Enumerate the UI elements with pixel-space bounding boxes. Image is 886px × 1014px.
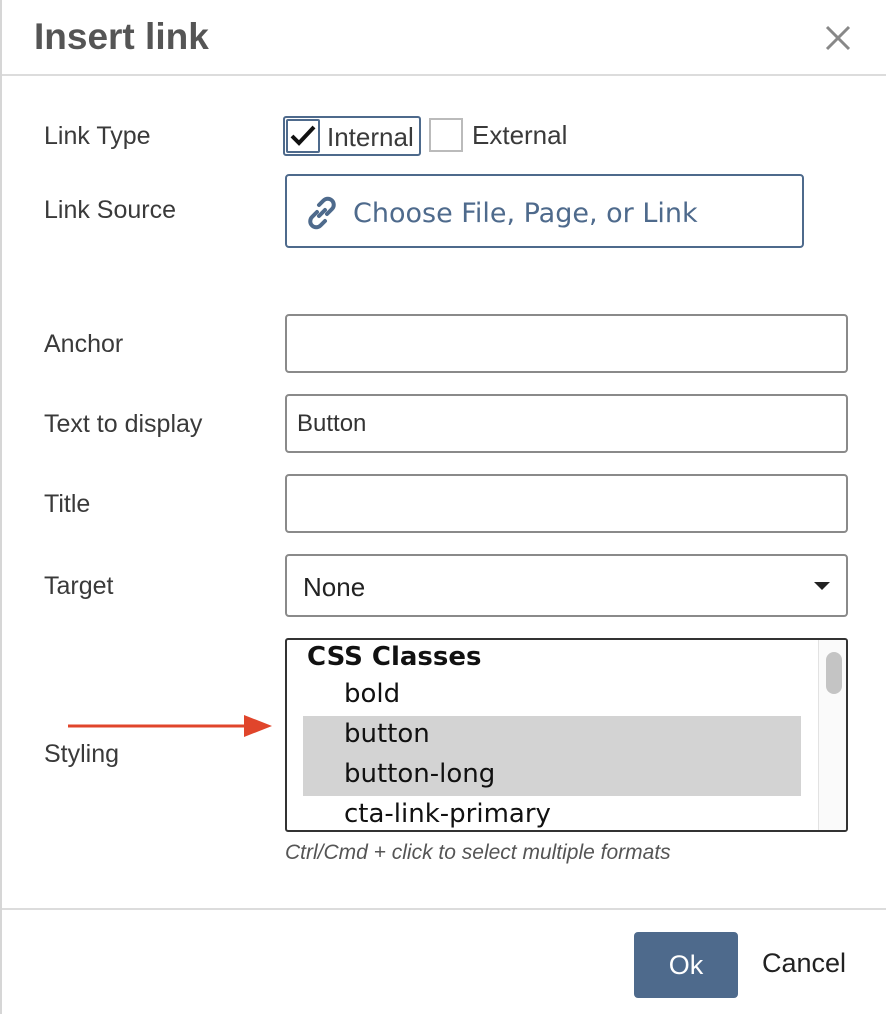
dialog-title: Insert link <box>34 16 209 57</box>
text-to-display-label: Text to display <box>44 410 203 438</box>
checkbox-checked <box>286 119 320 153</box>
annotation-arrow-icon <box>68 715 272 737</box>
dialog-header: Insert link <box>2 0 886 76</box>
cancel-button[interactable]: Cancel <box>762 948 846 979</box>
link-type-internal-label: Internal <box>327 122 414 152</box>
link-source-button-label: Choose File, Page, or Link <box>353 198 698 229</box>
listbox-group-label: CSS Classes <box>307 642 482 672</box>
close-button[interactable] <box>820 20 856 56</box>
scrollbar-thumb[interactable] <box>826 652 842 694</box>
option-label: button-long <box>344 759 496 789</box>
option-label: cta-link-primary <box>344 799 551 829</box>
ok-button[interactable]: Ok <box>634 932 738 998</box>
insert-link-dialog: Insert link Link Type Internal External … <box>0 0 886 1014</box>
target-label: Target <box>44 572 114 600</box>
option-label: button <box>344 719 430 749</box>
anchor-label: Anchor <box>44 330 124 358</box>
target-selected-value: None <box>303 572 366 602</box>
styling-option-bold[interactable]: bold <box>303 676 801 716</box>
option-label: bold <box>344 679 401 709</box>
choose-link-source-button[interactable]: Choose File, Page, or Link <box>285 174 804 248</box>
title-input[interactable] <box>285 474 848 533</box>
chevron-down-icon <box>814 582 830 590</box>
target-select[interactable]: None <box>285 554 848 617</box>
styling-label: Styling <box>44 740 120 768</box>
link-type-external-label: External <box>472 120 568 150</box>
listbox-scrollbar[interactable] <box>818 640 846 830</box>
text-to-display-input[interactable] <box>285 394 848 453</box>
styling-hint: Ctrl/Cmd + click to select multiple form… <box>285 841 671 864</box>
link-type-external-checkbox[interactable]: External <box>429 118 589 154</box>
link-type-internal-checkbox[interactable]: Internal <box>283 116 421 156</box>
checkbox-unchecked <box>429 118 463 152</box>
close-icon <box>825 25 851 51</box>
styling-option-button-long[interactable]: button-long <box>303 756 801 796</box>
link-type-label: Link Type <box>44 122 151 150</box>
styling-option-button[interactable]: button <box>303 716 801 756</box>
anchor-input[interactable] <box>285 314 848 373</box>
title-label: Title <box>44 490 91 518</box>
footer-divider <box>2 908 886 910</box>
link-source-label: Link Source <box>44 196 177 224</box>
link-icon <box>308 196 336 230</box>
checkmark-icon <box>290 125 316 146</box>
styling-option-cta-link-primary[interactable]: cta-link-primary <box>303 796 801 830</box>
styling-listbox[interactable]: CSS Classes bold button button-long cta-… <box>285 638 848 832</box>
